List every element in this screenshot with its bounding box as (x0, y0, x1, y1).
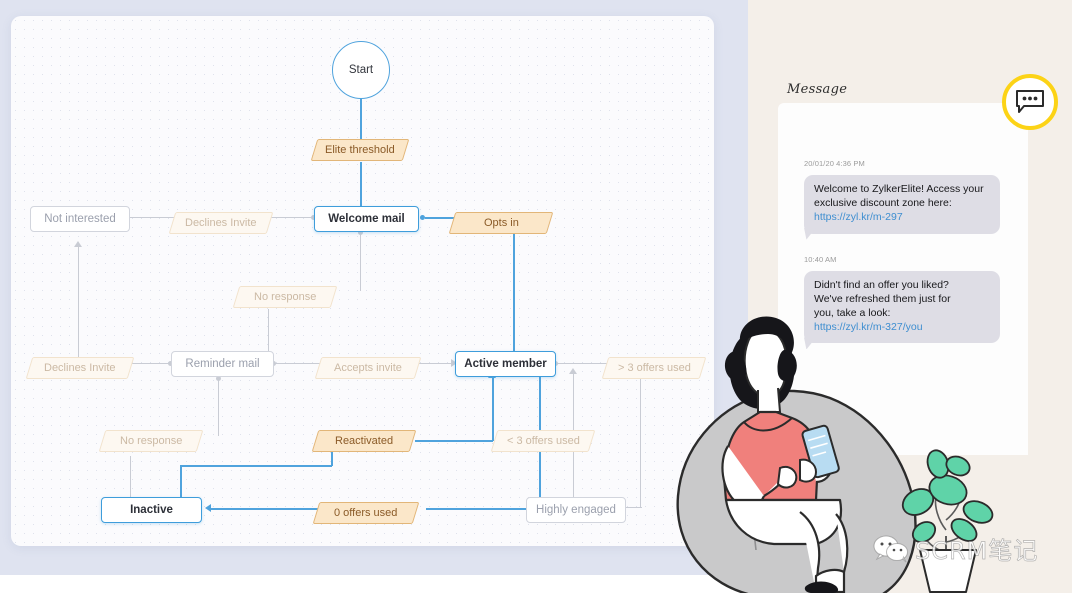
chat-bubble-ellipsis-icon (1016, 90, 1044, 113)
node-active-member-label: Active member (464, 358, 547, 370)
journey-builder-panel: Elite threshold Declines Invite Opts in … (0, 0, 748, 575)
message-timestamp-1: 20/01/20 4:36 PM (804, 159, 865, 168)
node-active-member[interactable]: Active member (455, 351, 556, 377)
chip-opts-in[interactable]: Opts in (448, 212, 554, 234)
screenshot-root: Elite threshold Declines Invite Opts in … (0, 0, 1072, 593)
chip-no-response-1-label: No response (253, 291, 317, 303)
message-bubble-1-link[interactable]: https://zyl.kr/m-297 (814, 211, 990, 225)
chip-reactivated[interactable]: Reactivated (311, 430, 417, 452)
chip-opts-in-label: Opts in (483, 217, 519, 229)
chip-no-response-2[interactable]: No response (98, 430, 204, 452)
chip-declines-invite-2-label: Declines Invite (44, 362, 116, 374)
node-start-label: Start (348, 64, 374, 76)
chip-no-response-1[interactable]: No response (232, 286, 338, 308)
bottom-white-strip (0, 575, 748, 593)
node-reminder-mail-label: Reminder mail (185, 358, 260, 370)
chip-lt-3-offers-used[interactable]: < 3 offers used (490, 430, 596, 452)
message-bubble-2-line1: Didn't find an offer you liked? (814, 279, 949, 291)
connector-zero-offers-to-inactive (211, 508, 329, 510)
node-welcome-mail[interactable]: Welcome mail (314, 206, 419, 232)
node-not-interested[interactable]: Not interested (30, 206, 130, 232)
connector-optsin-to-active-member (513, 228, 515, 356)
chip-lt-3-offers-used-label: < 3 offers used (506, 435, 580, 447)
message-bubble-1-line1: Welcome to ZylkerElite! Access your (814, 183, 984, 195)
node-start[interactable]: Start (332, 41, 390, 99)
message-badge[interactable] (1002, 74, 1058, 130)
node-highly-engaged-label: Highly engaged (536, 504, 616, 516)
node-inactive-label: Inactive (130, 504, 173, 516)
connector-declines2-row (131, 363, 171, 365)
connector-reactivated-to-inactive-h (180, 465, 332, 467)
message-bubble-1: Welcome to ZylkerElite! Access your excl… (804, 175, 1000, 234)
chip-declines-invite-2[interactable]: Declines Invite (25, 357, 135, 379)
arrowhead-not-interested-bottom (74, 241, 82, 247)
connector-elite-to-welcome (360, 162, 362, 210)
connector-noresponse-to-reminder (268, 309, 270, 356)
node-inactive[interactable]: Inactive (101, 497, 202, 523)
chip-declines-invite-1-label: Declines Invite (185, 217, 257, 229)
chip-zero-offers-used-label: 0 offers used (334, 507, 398, 519)
chip-zero-offers-used[interactable]: 0 offers used (312, 502, 420, 524)
connector-reactivated-to-active-v (492, 378, 494, 441)
chip-accepts-invite[interactable]: Accepts invite (314, 357, 422, 379)
chip-declines-invite-1[interactable]: Declines Invite (168, 212, 274, 234)
chip-no-response-2-label: No response (119, 435, 183, 447)
connector-welcome-to-noresponse (360, 232, 362, 291)
connector-reactivated-to-active-h (415, 440, 493, 442)
node-highly-engaged[interactable]: Highly engaged (526, 497, 626, 523)
arrowhead-active-member-from-lt3 (569, 368, 577, 374)
arrowhead-inactive-right (205, 504, 211, 512)
chip-accepts-invite-label: Accepts invite (334, 362, 402, 374)
watermark-text: SCRM笔记 (915, 537, 1039, 566)
watermark: SCRM笔记 (872, 531, 1038, 566)
flowchart-canvas[interactable]: Elite threshold Declines Invite Opts in … (11, 16, 714, 546)
connector-reminder-to-noresponse2 (218, 378, 220, 436)
chip-reactivated-label: Reactivated (334, 435, 394, 447)
connector-declines2-to-not-interested (78, 247, 80, 364)
node-reminder-mail[interactable]: Reminder mail (171, 351, 274, 377)
connector-active-member-to-gt3 (556, 363, 611, 365)
connector-zero-offers-row-right (426, 508, 541, 510)
node-welcome-mail-label: Welcome mail (328, 213, 405, 225)
chip-elite-threshold-label: Elite threshold (325, 144, 395, 156)
chip-elite-threshold[interactable]: Elite threshold (310, 139, 410, 161)
wechat-logo-icon (873, 535, 908, 562)
node-not-interested-label: Not interested (44, 213, 116, 225)
port-welcome-right (420, 215, 425, 220)
message-timestamp-2: 10:40 AM (804, 255, 837, 264)
potted-plant-illustration (901, 449, 994, 593)
message-bubble-1-line2: exclusive discount zone here: (814, 196, 952, 209)
message-section-label: Message (787, 82, 848, 97)
